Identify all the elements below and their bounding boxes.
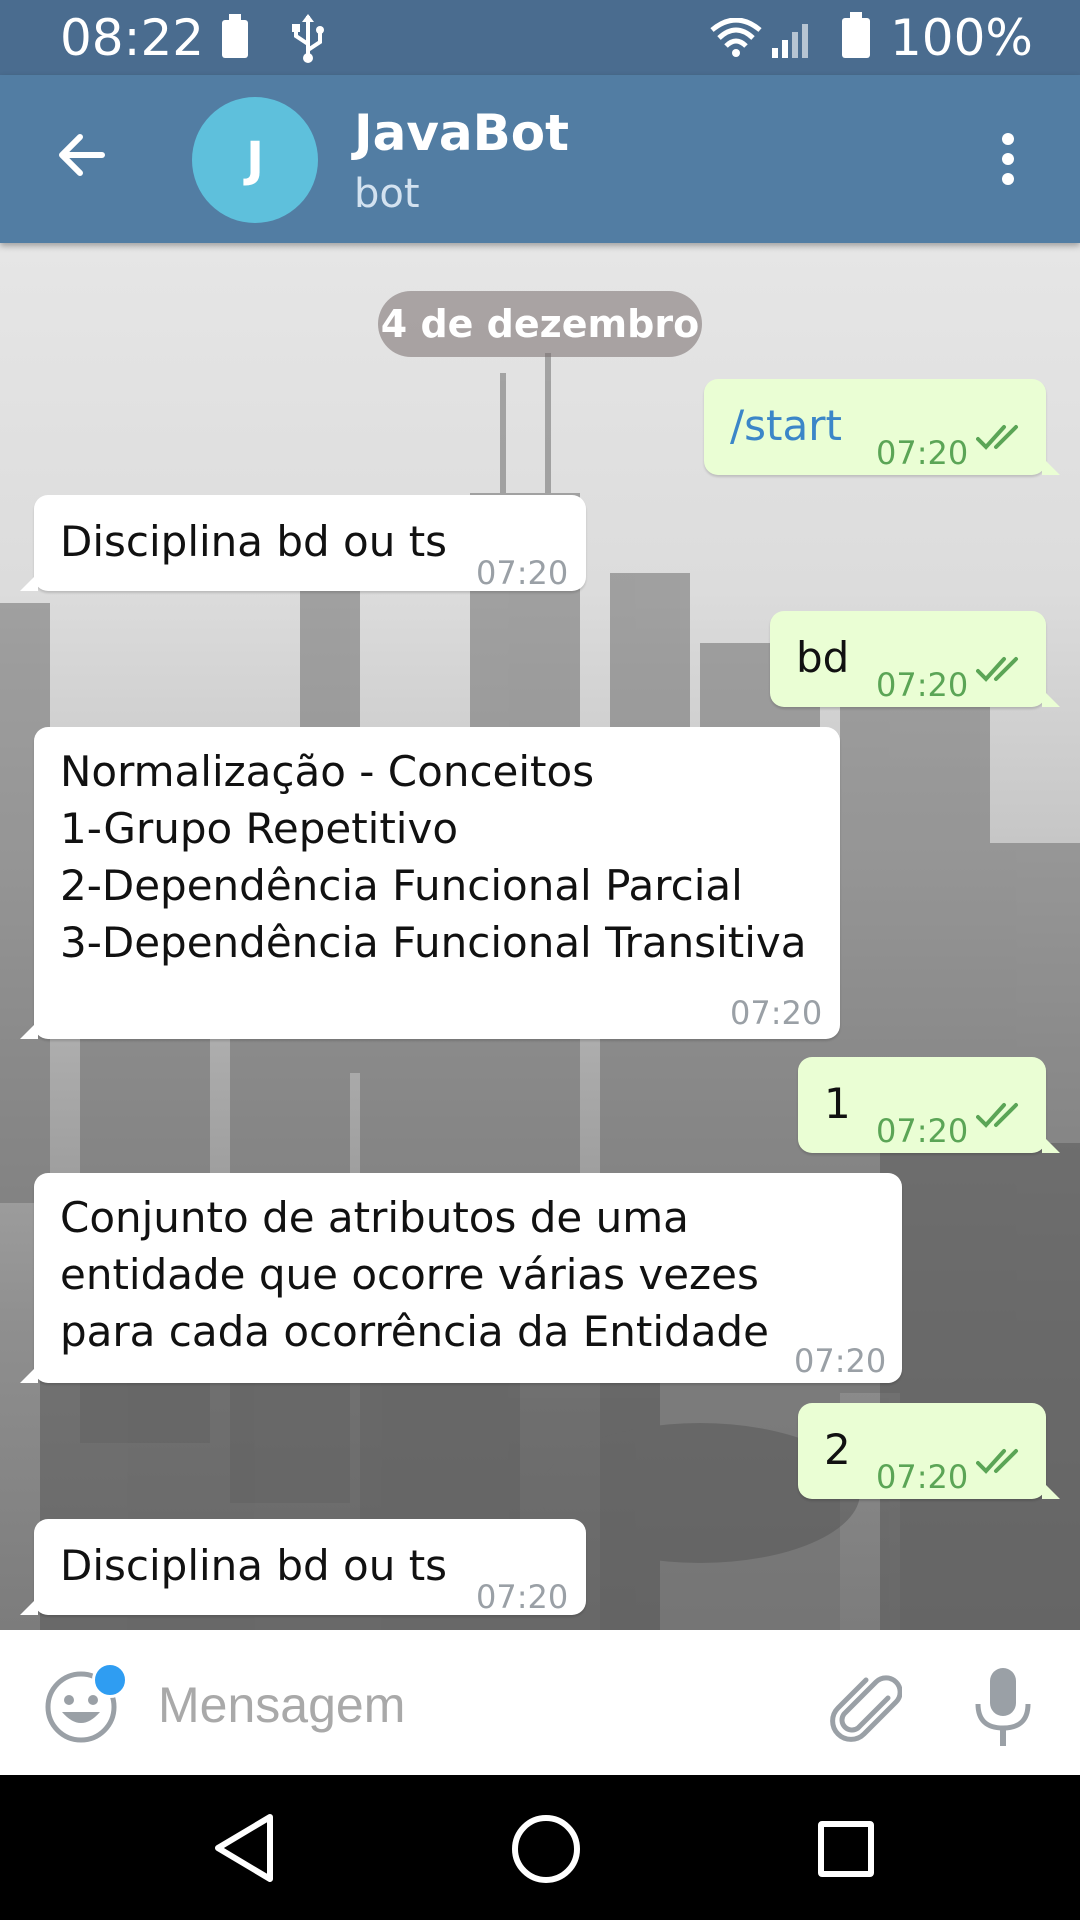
message-time: 07:20 [476, 554, 569, 592]
message-composer [0, 1630, 1080, 1775]
avatar[interactable]: J [192, 97, 318, 223]
more-vert-icon[interactable] [990, 129, 1026, 189]
double-check-icon [976, 657, 1018, 682]
status-time: 08:22 [60, 9, 205, 67]
message-text: bd [796, 633, 850, 682]
message-text: 2 [824, 1425, 851, 1474]
message-time: 07:20 [730, 994, 823, 1032]
message-outgoing[interactable]: 2 07:20 [798, 1403, 1060, 1499]
message-outgoing[interactable]: bd 07:20 [770, 611, 1060, 707]
double-check-icon [976, 1449, 1018, 1474]
battery-saver-icon [222, 14, 248, 58]
message-line: Normalização - Conceitos [60, 747, 595, 796]
wifi-icon [710, 18, 762, 57]
message-input[interactable] [156, 1668, 780, 1742]
nav-home-icon[interactable] [512, 1815, 580, 1883]
message-time: 07:20 [476, 1578, 569, 1616]
message-line: entidade que ocorre várias vezes [60, 1250, 759, 1299]
microphone-icon[interactable] [970, 1666, 1036, 1748]
message-line: 2-Dependência Funcional Parcial [60, 861, 743, 910]
message-time: 07:20 [876, 434, 969, 472]
message-incoming[interactable]: Normalização - Conceitos 1-Grupo Repetit… [20, 727, 840, 1039]
message-outgoing[interactable]: 1 07:20 [798, 1057, 1060, 1153]
message-time: 07:20 [876, 666, 969, 704]
system-nav-bar [0, 1775, 1080, 1920]
double-check-icon [976, 1103, 1018, 1128]
chat-area[interactable]: 4 de dezembro /start 07:20 Disciplina bd… [0, 243, 1080, 1630]
message-text: 1 [824, 1079, 851, 1128]
usb-icon [292, 14, 324, 63]
message-incoming[interactable]: Disciplina bd ou ts 07:20 [20, 495, 586, 592]
chat-subtitle: bot [354, 171, 420, 217]
message-text: Disciplina bd ou ts [60, 1541, 448, 1590]
notification-dot [92, 1662, 128, 1698]
message-time: 07:20 [876, 1112, 969, 1150]
bot-command-link[interactable]: /start [730, 397, 842, 454]
message-line: para cada ocorrência da Entidade [60, 1307, 769, 1356]
message-time: 07:20 [794, 1342, 887, 1380]
message-line: 3-Dependência Funcional Transitiva [60, 918, 807, 967]
message-line: Conjunto de atributos de uma [60, 1193, 689, 1242]
battery-icon [842, 12, 870, 58]
message-line: 1-Grupo Repetitivo [60, 804, 459, 853]
nav-recents-icon[interactable] [818, 1821, 874, 1877]
message-outgoing[interactable]: /start 07:20 [704, 379, 1060, 475]
screen: 08:22 100% J JavaBot bot 4 de dezembro /… [0, 0, 1080, 1920]
paperclip-icon[interactable] [826, 1668, 902, 1744]
chat-title[interactable]: JavaBot [354, 103, 569, 163]
message-incoming[interactable]: Conjunto de atributos de uma entidade qu… [20, 1173, 902, 1383]
nav-back-icon[interactable] [210, 1811, 278, 1885]
message-text: Disciplina bd ou ts [60, 517, 448, 566]
message-time: 07:20 [876, 1458, 969, 1496]
battery-percent: 100% [890, 9, 1033, 67]
chat-header: J JavaBot bot [0, 75, 1080, 243]
double-check-icon [976, 425, 1018, 450]
signal-icon [772, 24, 808, 58]
message-incoming[interactable]: Disciplina bd ou ts 07:20 [20, 1519, 586, 1616]
date-separator: 4 de dezembro [378, 291, 702, 357]
status-bar: 08:22 100% [0, 0, 1080, 75]
back-arrow-icon[interactable] [52, 125, 112, 185]
